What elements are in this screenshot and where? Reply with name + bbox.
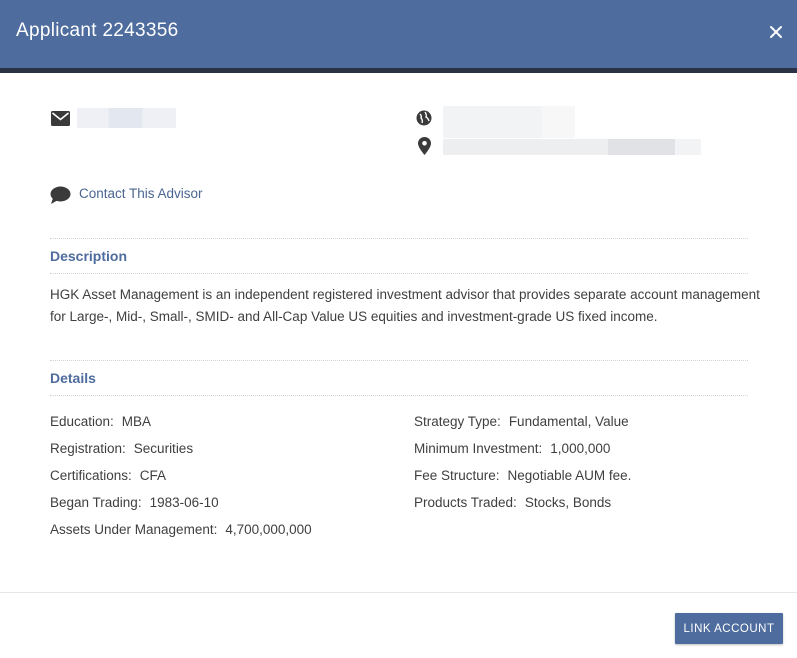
detail-label: Certifications: [50, 468, 132, 483]
header-underline [0, 68, 797, 73]
detail-education: Education: MBA [50, 414, 151, 429]
link-account-button[interactable]: LINK ACCOUNT [675, 613, 783, 644]
detail-registration: Registration: Securities [50, 441, 193, 456]
address-redacted [443, 139, 701, 155]
divider [50, 273, 748, 274]
detail-label: Assets Under Management: [50, 522, 218, 537]
modal-header: Applicant 2243356 [0, 0, 797, 68]
detail-value: Fundamental, Value [508, 414, 629, 429]
detail-products-traded: Products Traded: Stocks, Bonds [414, 495, 611, 510]
divider [50, 360, 748, 361]
detail-value: 4,700,000,000 [225, 522, 312, 537]
modal-title: Applicant 2243356 [16, 20, 179, 41]
detail-label: Minimum Investment: [414, 441, 543, 456]
detail-value: Negotiable AUM fee. [507, 468, 632, 483]
detail-label: Products Traded: [414, 495, 517, 510]
detail-aum: Assets Under Management: 4,700,000,000 [50, 522, 312, 537]
detail-label: Fee Structure: [414, 468, 500, 483]
globe-icon [416, 110, 432, 126]
detail-label: Registration: [50, 441, 126, 456]
detail-value: Stocks, Bonds [524, 495, 612, 510]
detail-label: Strategy Type: [414, 414, 501, 429]
detail-strategy-type: Strategy Type: Fundamental, Value [414, 414, 629, 429]
detail-value: CFA [139, 468, 167, 483]
detail-certifications: Certifications: CFA [50, 468, 166, 483]
detail-value: 1,000,000 [550, 441, 611, 456]
detail-value: MBA [121, 414, 152, 429]
map-pin-icon [418, 137, 431, 155]
detail-fee-structure: Fee Structure: Negotiable AUM fee. [414, 468, 631, 483]
website-redacted [443, 106, 575, 138]
detail-value: Securities [133, 441, 194, 456]
divider [50, 395, 748, 396]
email-redacted [77, 108, 176, 128]
description-text: HGK Asset Management is an independent r… [50, 287, 760, 324]
envelope-icon [51, 111, 70, 126]
detail-value: 1983-06-10 [149, 495, 219, 510]
detail-label: Education: [50, 414, 114, 429]
detail-minimum-investment: Minimum Investment: 1,000,000 [414, 441, 610, 456]
chat-bubble-icon [50, 186, 71, 204]
applicant-modal: Applicant 2243356 Contact This Advisor D… [0, 0, 797, 658]
divider [50, 238, 748, 239]
close-icon[interactable] [766, 22, 786, 42]
footer-divider [0, 592, 797, 593]
contact-advisor-link[interactable]: Contact This Advisor [79, 186, 203, 201]
detail-label: Began Trading: [50, 495, 142, 510]
details-heading: Details [50, 370, 96, 386]
description-heading: Description [50, 248, 128, 264]
detail-began-trading: Began Trading: 1983-06-10 [50, 495, 219, 510]
